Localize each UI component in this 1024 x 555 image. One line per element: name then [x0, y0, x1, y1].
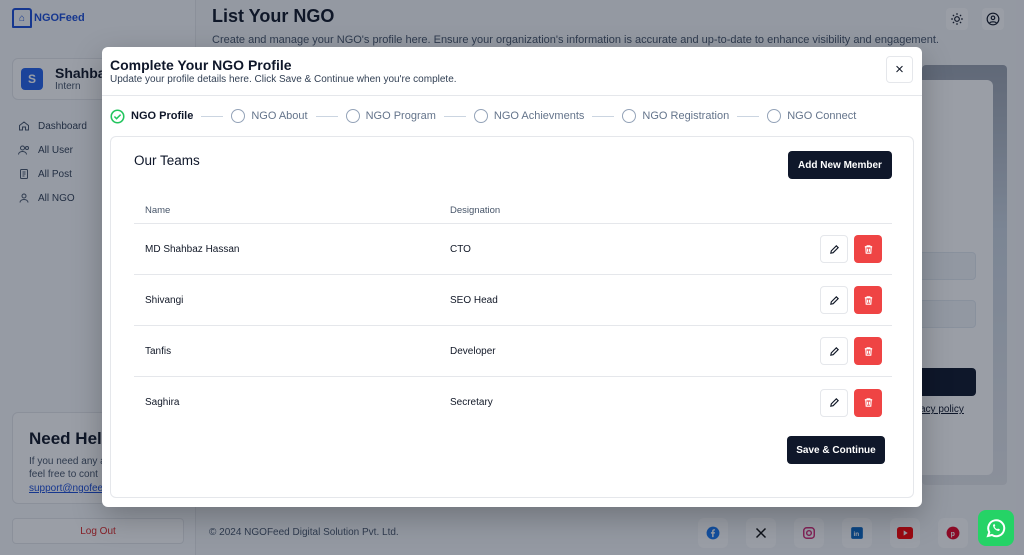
delete-button[interactable] — [854, 337, 882, 365]
step-ngo-about[interactable]: NGO About — [231, 109, 308, 123]
step-label: NGO Connect — [787, 110, 857, 122]
modal-title: Complete Your NGO Profile — [110, 57, 292, 73]
whatsapp-icon[interactable] — [978, 510, 1014, 546]
table-row: Tanfis Developer — [134, 326, 892, 377]
column-header-name: Name — [145, 204, 171, 216]
teams-panel: Our Teams Add New Member Name Designatio… — [110, 136, 914, 498]
divider — [102, 95, 922, 96]
edit-button[interactable] — [820, 388, 848, 417]
trash-icon — [864, 244, 872, 254]
delete-button[interactable] — [854, 235, 882, 263]
trash-icon — [864, 295, 872, 305]
stepper: NGO Profile NGO About NGO Program NGO Ac… — [110, 107, 915, 125]
table-row: Shivangi SEO Head — [134, 275, 892, 326]
edit-button[interactable] — [820, 235, 848, 263]
circle-icon — [345, 109, 360, 123]
section-title: Our Teams — [134, 153, 200, 168]
pencil-icon — [829, 244, 839, 254]
teams-table: Name Designation MD Shahbaz Hassan CTO S… — [134, 197, 892, 428]
pencil-icon — [829, 346, 839, 356]
step-label: NGO About — [251, 110, 308, 122]
step-connector — [201, 115, 224, 117]
circle-icon — [231, 109, 246, 123]
member-name: Saghira — [145, 397, 180, 408]
save-continue-button[interactable]: Save & Continue — [787, 436, 885, 464]
complete-profile-modal: Complete Your NGO Profile Update your pr… — [102, 47, 922, 507]
step-ngo-registration[interactable]: NGO Registration — [622, 109, 729, 123]
step-ngo-program[interactable]: NGO Program — [345, 109, 436, 123]
circle-icon — [767, 109, 782, 123]
member-name: Shivangi — [145, 294, 184, 306]
column-header-designation: Designation — [450, 204, 501, 216]
delete-button[interactable] — [854, 388, 882, 417]
add-new-member-button[interactable]: Add New Member — [788, 151, 892, 179]
pencil-icon — [829, 295, 839, 305]
step-label: NGO Program — [365, 110, 436, 122]
step-ngo-profile[interactable]: NGO Profile — [110, 108, 194, 124]
step-label: NGO Registration — [642, 110, 730, 122]
circle-icon — [622, 109, 637, 123]
close-icon: × — [895, 61, 904, 78]
step-connector — [443, 115, 466, 117]
table-row: MD Shahbaz Hassan CTO — [134, 224, 892, 275]
step-label: NGO Achievments — [493, 110, 585, 122]
step-connector — [737, 115, 760, 117]
circle-icon — [473, 109, 488, 123]
step-ngo-achievments[interactable]: NGO Achievments — [473, 109, 585, 123]
member-name: Tanfis — [145, 345, 172, 357]
pencil-icon — [829, 398, 839, 407]
modal-subtitle: Update your profile details here. Click … — [110, 74, 457, 85]
close-button[interactable]: × — [886, 56, 913, 83]
step-label: NGO Profile — [131, 110, 194, 122]
member-designation: Secretary — [450, 397, 493, 408]
step-connector — [315, 115, 338, 117]
table-row: Saghira Secretary — [134, 377, 892, 428]
step-connector — [592, 115, 615, 117]
member-designation: SEO Head — [450, 294, 498, 306]
member-designation: Developer — [450, 345, 496, 357]
edit-button[interactable] — [820, 337, 848, 365]
member-designation: CTO — [450, 243, 471, 255]
table-header: Name Designation — [134, 197, 892, 224]
trash-icon — [864, 398, 872, 407]
step-ngo-connect[interactable]: NGO Connect — [767, 109, 856, 123]
delete-button[interactable] — [854, 286, 882, 314]
check-circle-icon — [110, 108, 125, 124]
member-name: MD Shahbaz Hassan — [145, 243, 240, 255]
trash-icon — [864, 346, 872, 356]
edit-button[interactable] — [820, 286, 848, 314]
